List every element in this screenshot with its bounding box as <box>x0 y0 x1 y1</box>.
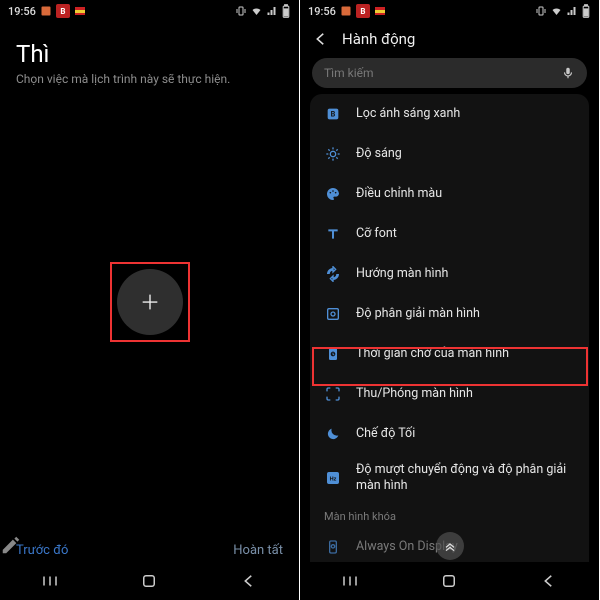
item-label: Cỡ font <box>356 226 575 242</box>
done-button[interactable]: Hoàn tất <box>233 543 283 558</box>
svg-text:Hz: Hz <box>330 477 337 483</box>
back-button[interactable] <box>239 571 259 591</box>
status-bar: 19:56 B <box>300 0 599 22</box>
vibrate-icon <box>235 5 247 17</box>
search-placeholder: Tìm kiếm <box>324 66 374 80</box>
wifi-icon <box>250 5 263 17</box>
battery-icon <box>581 4 591 18</box>
item-label: Độ phân giải màn hình <box>356 306 575 322</box>
vibrate-icon <box>535 5 547 17</box>
status-time: 19:56 <box>308 5 336 18</box>
signal-icon <box>266 5 278 17</box>
home-button[interactable] <box>439 571 459 591</box>
header-title: Hành động <box>342 30 415 48</box>
item-screen-timeout[interactable]: Thời gian chờ của màn hình <box>310 334 589 374</box>
zoom-icon <box>324 385 342 403</box>
plus-icon <box>139 291 161 313</box>
item-label: Always On Display <box>356 539 575 555</box>
page-subtitle: Chọn việc mà lịch trình này sẽ thực hiện… <box>0 72 299 86</box>
chevron-up-icon <box>442 538 458 554</box>
item-font-size[interactable]: Cỡ font <box>310 214 589 254</box>
wifi-icon <box>550 5 563 17</box>
battery-icon <box>281 4 291 18</box>
rotate-icon <box>324 265 342 283</box>
svg-text:B: B <box>331 110 336 119</box>
status-b-icon: B <box>356 4 370 18</box>
timeout-icon <box>324 345 342 363</box>
recents-button[interactable] <box>40 571 60 591</box>
add-action-button[interactable] <box>117 269 183 335</box>
item-blue-light[interactable]: B Lọc ánh sáng xanh <box>310 94 589 134</box>
item-label: Chế độ Tối <box>356 426 575 442</box>
search-input[interactable]: Tìm kiếm <box>312 58 587 88</box>
brightness-icon <box>324 145 342 163</box>
item-label: Hướng màn hình <box>356 266 575 282</box>
nav-bar <box>300 562 599 600</box>
back-button[interactable] <box>539 571 559 591</box>
item-label: Lọc ánh sáng xanh <box>356 106 575 122</box>
action-list[interactable]: B Lọc ánh sáng xanh Độ sáng Điều chỉnh m… <box>310 94 589 562</box>
item-orientation[interactable]: Hướng màn hình <box>310 254 589 294</box>
back-icon[interactable] <box>312 30 330 48</box>
item-label: Độ sáng <box>356 146 575 162</box>
font-icon <box>324 225 342 243</box>
item-label: Điều chỉnh màu <box>356 186 575 202</box>
status-time: 19:56 <box>8 5 36 18</box>
collapse-button[interactable] <box>436 532 464 560</box>
recents-button[interactable] <box>340 571 360 591</box>
status-app-icon <box>340 5 352 17</box>
status-b-icon: B <box>56 4 70 18</box>
header: Hành động <box>300 22 599 58</box>
aod-icon <box>324 538 342 556</box>
nav-bar <box>0 562 299 600</box>
item-label: Thu/Phóng màn hình <box>356 386 575 402</box>
item-resolution[interactable]: Độ phân giải màn hình <box>310 294 589 334</box>
phone-right: 19:56 B Hành <box>300 0 600 600</box>
footer-actions: Trước đó Hoàn tất <box>0 543 299 558</box>
moon-icon <box>324 425 342 443</box>
mic-icon[interactable] <box>561 66 575 80</box>
item-motion-resolution[interactable]: Hz Độ mượt chuyển động và độ phân giải m… <box>310 454 589 502</box>
item-color-adjust[interactable]: Điều chỉnh màu <box>310 174 589 214</box>
home-button[interactable] <box>139 571 159 591</box>
phone-left: 19:56 B Thì Chọn việc mà lịch trì <box>0 0 300 600</box>
status-flag-icon <box>74 5 86 17</box>
item-dark-mode[interactable]: Chế độ Tối <box>310 414 589 454</box>
status-bar: 19:56 B <box>0 0 299 22</box>
item-label: Độ mượt chuyển động và độ phân giải màn … <box>356 462 575 493</box>
item-label: Thời gian chờ của màn hình <box>356 346 575 362</box>
palette-icon <box>324 185 342 203</box>
hz-icon: Hz <box>324 469 342 487</box>
resolution-icon <box>324 305 342 323</box>
item-zoom[interactable]: Thu/Phóng màn hình <box>310 374 589 414</box>
section-lock-screen: Màn hình khóa <box>310 506 589 527</box>
previous-button[interactable]: Trước đó <box>16 543 68 558</box>
signal-icon <box>566 5 578 17</box>
status-app-icon <box>40 5 52 17</box>
add-action-container <box>117 269 183 335</box>
item-brightness[interactable]: Độ sáng <box>310 134 589 174</box>
blue-light-icon: B <box>324 105 342 123</box>
page-title: Thì <box>0 22 299 72</box>
status-flag-icon <box>374 5 386 17</box>
